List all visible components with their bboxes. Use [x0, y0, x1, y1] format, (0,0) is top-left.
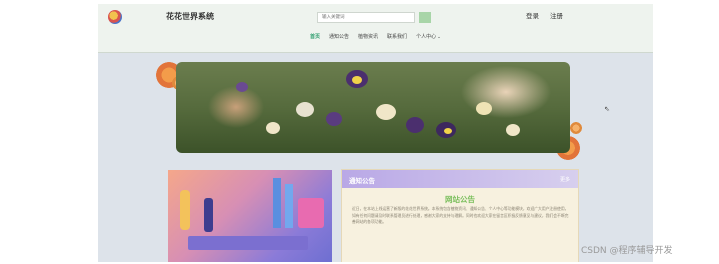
search-button[interactable] [419, 12, 431, 23]
nav-item-profile[interactable]: 个人中心⌄ [416, 32, 441, 42]
notice-more-link[interactable]: 更多 [560, 176, 570, 183]
hero-banner-image [176, 62, 570, 153]
nav-item-profile-label: 个人中心 [416, 34, 437, 40]
flower-decoration-right-small [570, 122, 582, 134]
notice-panel: 通知公告 更多 网站公告 近日，在本站上线运营了新版的花花世界系统。本系统包含植… [341, 169, 579, 262]
search-input[interactable] [317, 12, 415, 23]
register-link[interactable]: 注册 [550, 10, 563, 20]
notice-body-title: 网站公告 [445, 195, 475, 204]
login-link[interactable]: 登录 [526, 10, 539, 20]
nav-item-contact[interactable]: 联系我们 [387, 32, 407, 42]
page-frame: 花花世界系统 登录 注册 首页 通知公告 植物资讯 联系我们 个人中心⌄ [98, 4, 653, 262]
watermark: CSDN @程序辅导开发 [581, 246, 673, 256]
site-title: 花花世界系统 [166, 12, 214, 21]
main-nav: 首页 通知公告 植物资讯 联系我们 个人中心⌄ [310, 32, 441, 42]
notice-body-text: 近日，在本站上线运营了新版的花花世界系统。本系统包含植物资讯、通知公告、个人中心… [352, 206, 569, 224]
nav-item-notice[interactable]: 通知公告 [329, 32, 349, 42]
notice-header: 通知公告 更多 [342, 170, 578, 188]
site-logo [108, 10, 122, 24]
promo-illustration [168, 170, 332, 262]
site-header: 花花世界系统 登录 注册 首页 通知公告 植物资讯 联系我们 个人中心⌄ [98, 4, 653, 53]
mouse-cursor-icon: ⇖ [604, 105, 610, 113]
notice-title: 通知公告 [349, 177, 375, 185]
chevron-down-icon: ⌄ [437, 35, 441, 40]
nav-item-plant-news[interactable]: 植物资讯 [358, 32, 378, 42]
nav-item-home[interactable]: 首页 [310, 32, 320, 42]
